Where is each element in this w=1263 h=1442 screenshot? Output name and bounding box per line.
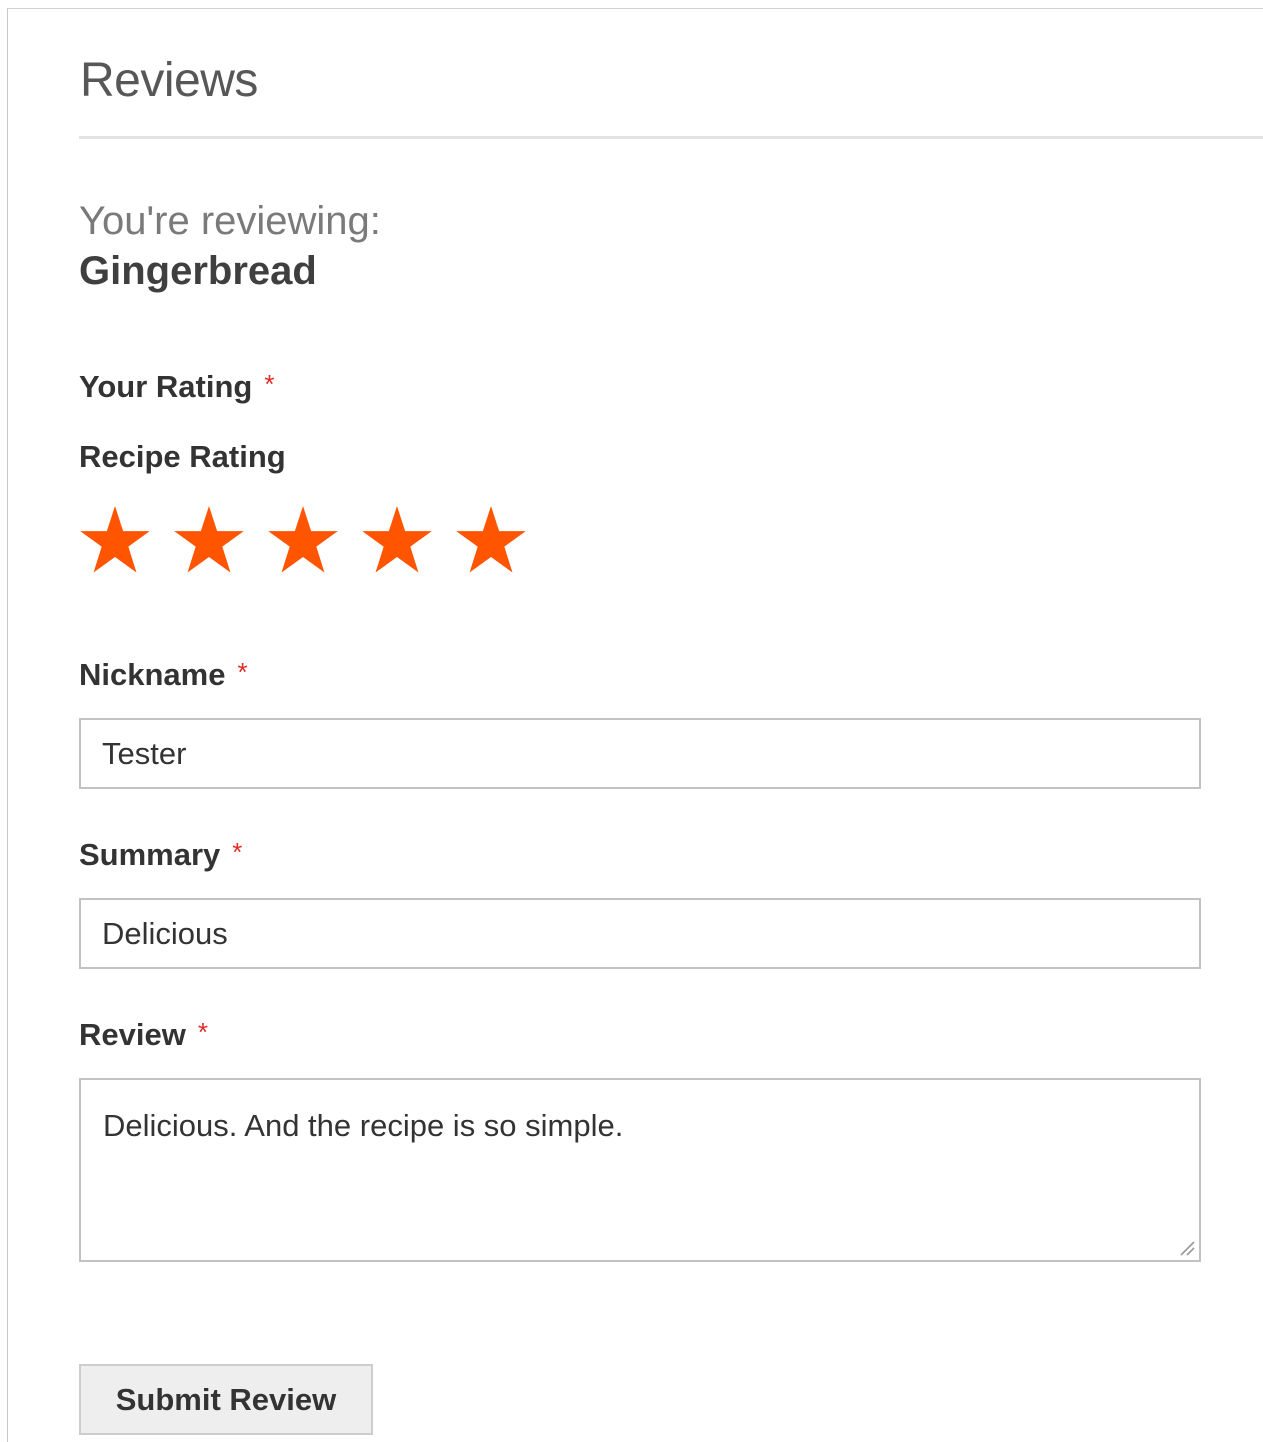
submit-review-button[interactable]: Submit Review [79,1364,373,1435]
summary-label-text: Summary [79,837,221,872]
star-icon[interactable] [78,503,152,577]
star-icon[interactable] [172,503,246,577]
required-marker: * [264,369,275,399]
star-rating-control[interactable] [78,503,528,577]
nickname-label-text: Nickname [79,657,226,692]
your-rating-label: Your Rating * [79,369,275,405]
summary-label: Summary * [79,837,242,873]
your-rating-label-text: Your Rating [79,369,253,404]
review-label-text: Review [79,1017,186,1052]
review-form-panel: Reviews You're reviewing: Gingerbread Yo… [7,8,1263,1442]
nickname-field[interactable]: Tester [79,718,1201,789]
page-title: Reviews [80,54,258,107]
product-name: Gingerbread [79,249,317,293]
required-marker: * [237,657,248,687]
resize-grip-icon[interactable] [1177,1238,1195,1256]
review-textarea[interactable]: Delicious. And the recipe is so simple. [79,1078,1201,1262]
nickname-label: Nickname * [79,657,248,693]
required-marker: * [197,1017,208,1047]
star-icon[interactable] [454,503,528,577]
summary-field[interactable]: Delicious [79,898,1201,969]
title-divider [79,136,1263,139]
required-marker: * [232,837,243,867]
review-label: Review * [79,1017,208,1053]
star-icon[interactable] [360,503,434,577]
recipe-rating-label: Recipe Rating [79,439,286,474]
star-icon[interactable] [266,503,340,577]
review-text: Delicious. And the recipe is so simple. [103,1108,624,1143]
reviewing-label: You're reviewing: [79,199,381,243]
